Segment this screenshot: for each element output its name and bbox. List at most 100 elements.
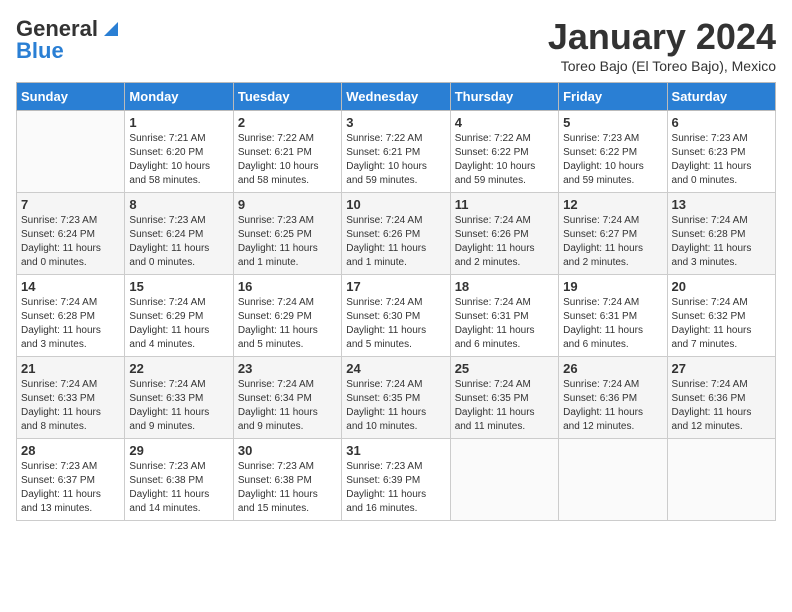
day-info: Sunrise: 7:24 AM Sunset: 6:33 PM Dayligh… bbox=[21, 378, 120, 434]
day-info: Sunrise: 7:24 AM Sunset: 6:28 PM Dayligh… bbox=[21, 296, 120, 352]
day-number: 2 bbox=[238, 115, 337, 130]
day-number: 10 bbox=[346, 197, 445, 212]
day-info: Sunrise: 7:23 AM Sunset: 6:23 PM Dayligh… bbox=[672, 132, 771, 188]
calendar-cell: 15 Sunrise: 7:24 AM Sunset: 6:29 PM Dayli… bbox=[125, 275, 233, 357]
day-number: 26 bbox=[563, 361, 662, 376]
calendar-cell: 22 Sunrise: 7:24 AM Sunset: 6:33 PM Dayli… bbox=[125, 357, 233, 439]
calendar-cell: 11 Sunrise: 7:24 AM Sunset: 6:26 PM Dayli… bbox=[450, 193, 558, 275]
month-title: January 2024 bbox=[548, 16, 776, 58]
day-info: Sunrise: 7:24 AM Sunset: 6:36 PM Dayligh… bbox=[672, 378, 771, 434]
day-number: 9 bbox=[238, 197, 337, 212]
day-info: Sunrise: 7:24 AM Sunset: 6:27 PM Dayligh… bbox=[563, 214, 662, 270]
day-info: Sunrise: 7:24 AM Sunset: 6:30 PM Dayligh… bbox=[346, 296, 445, 352]
calendar-cell: 21 Sunrise: 7:24 AM Sunset: 6:33 PM Dayli… bbox=[17, 357, 125, 439]
day-info: Sunrise: 7:22 AM Sunset: 6:22 PM Dayligh… bbox=[455, 132, 554, 188]
calendar-cell: 19 Sunrise: 7:24 AM Sunset: 6:31 PM Dayli… bbox=[559, 275, 667, 357]
day-number: 29 bbox=[129, 443, 228, 458]
day-number: 18 bbox=[455, 279, 554, 294]
weekday-saturday: Saturday bbox=[667, 83, 775, 111]
logo-blue: Blue bbox=[16, 38, 64, 64]
day-info: Sunrise: 7:21 AM Sunset: 6:20 PM Dayligh… bbox=[129, 132, 228, 188]
calendar-table: SundayMondayTuesdayWednesdayThursdayFrid… bbox=[16, 82, 776, 521]
day-info: Sunrise: 7:24 AM Sunset: 6:36 PM Dayligh… bbox=[563, 378, 662, 434]
day-info: Sunrise: 7:22 AM Sunset: 6:21 PM Dayligh… bbox=[346, 132, 445, 188]
calendar-cell: 2Sunrise: 7:22 AM Sunset: 6:21 PM Daylig… bbox=[233, 111, 341, 193]
day-info: Sunrise: 7:24 AM Sunset: 6:34 PM Dayligh… bbox=[238, 378, 337, 434]
day-number: 13 bbox=[672, 197, 771, 212]
calendar-cell bbox=[17, 111, 125, 193]
calendar-cell: 6 Sunrise: 7:23 AM Sunset: 6:23 PM Daylig… bbox=[667, 111, 775, 193]
day-number: 30 bbox=[238, 443, 337, 458]
calendar-cell: 7 Sunrise: 7:23 AM Sunset: 6:24 PM Daylig… bbox=[17, 193, 125, 275]
calendar-cell: 28Sunrise: 7:23 AM Sunset: 6:37 PM Dayli… bbox=[17, 439, 125, 521]
day-info: Sunrise: 7:24 AM Sunset: 6:29 PM Dayligh… bbox=[129, 296, 228, 352]
weekday-wednesday: Wednesday bbox=[342, 83, 450, 111]
day-number: 20 bbox=[672, 279, 771, 294]
day-info: Sunrise: 7:24 AM Sunset: 6:31 PM Dayligh… bbox=[563, 296, 662, 352]
calendar-week-5: 28Sunrise: 7:23 AM Sunset: 6:37 PM Dayli… bbox=[17, 439, 776, 521]
day-info: Sunrise: 7:24 AM Sunset: 6:28 PM Dayligh… bbox=[672, 214, 771, 270]
day-number: 23 bbox=[238, 361, 337, 376]
calendar-cell bbox=[559, 439, 667, 521]
day-info: Sunrise: 7:24 AM Sunset: 6:35 PM Dayligh… bbox=[455, 378, 554, 434]
day-info: Sunrise: 7:23 AM Sunset: 6:38 PM Dayligh… bbox=[129, 460, 228, 516]
calendar-cell: 26 Sunrise: 7:24 AM Sunset: 6:36 PM Dayli… bbox=[559, 357, 667, 439]
day-number: 6 bbox=[672, 115, 771, 130]
calendar-cell bbox=[450, 439, 558, 521]
day-info: Sunrise: 7:24 AM Sunset: 6:31 PM Dayligh… bbox=[455, 296, 554, 352]
day-info: Sunrise: 7:24 AM Sunset: 6:26 PM Dayligh… bbox=[346, 214, 445, 270]
calendar-cell: 12 Sunrise: 7:24 AM Sunset: 6:27 PM Dayli… bbox=[559, 193, 667, 275]
day-number: 17 bbox=[346, 279, 445, 294]
day-info: Sunrise: 7:24 AM Sunset: 6:26 PM Dayligh… bbox=[455, 214, 554, 270]
title-block: January 2024 Toreo Bajo (El Toreo Bajo),… bbox=[548, 16, 776, 74]
page-header: General Blue January 2024 Toreo Bajo (El… bbox=[16, 16, 776, 74]
day-info: Sunrise: 7:23 AM Sunset: 6:39 PM Dayligh… bbox=[346, 460, 445, 516]
day-number: 3 bbox=[346, 115, 445, 130]
calendar-cell: 30 Sunrise: 7:23 AM Sunset: 6:38 PM Dayli… bbox=[233, 439, 341, 521]
day-number: 19 bbox=[563, 279, 662, 294]
day-number: 31 bbox=[346, 443, 445, 458]
weekday-tuesday: Tuesday bbox=[233, 83, 341, 111]
day-number: 21 bbox=[21, 361, 120, 376]
weekday-thursday: Thursday bbox=[450, 83, 558, 111]
weekday-friday: Friday bbox=[559, 83, 667, 111]
day-info: Sunrise: 7:24 AM Sunset: 6:35 PM Dayligh… bbox=[346, 378, 445, 434]
location-title: Toreo Bajo (El Toreo Bajo), Mexico bbox=[548, 58, 776, 74]
calendar-cell: 9 Sunrise: 7:23 AM Sunset: 6:25 PM Daylig… bbox=[233, 193, 341, 275]
day-number: 27 bbox=[672, 361, 771, 376]
day-number: 28 bbox=[21, 443, 120, 458]
day-number: 11 bbox=[455, 197, 554, 212]
calendar-cell: 25 Sunrise: 7:24 AM Sunset: 6:35 PM Dayli… bbox=[450, 357, 558, 439]
calendar-week-1: 1 Sunrise: 7:21 AM Sunset: 6:20 PM Daylig… bbox=[17, 111, 776, 193]
day-number: 1 bbox=[129, 115, 228, 130]
calendar-cell: 31 Sunrise: 7:23 AM Sunset: 6:39 PM Dayli… bbox=[342, 439, 450, 521]
day-number: 24 bbox=[346, 361, 445, 376]
day-info: Sunrise: 7:23 AM Sunset: 6:38 PM Dayligh… bbox=[238, 460, 337, 516]
day-number: 15 bbox=[129, 279, 228, 294]
day-info: Sunrise: 7:23 AM Sunset: 6:24 PM Dayligh… bbox=[21, 214, 120, 270]
calendar-cell: 18 Sunrise: 7:24 AM Sunset: 6:31 PM Dayli… bbox=[450, 275, 558, 357]
day-number: 25 bbox=[455, 361, 554, 376]
day-info: Sunrise: 7:23 AM Sunset: 6:24 PM Dayligh… bbox=[129, 214, 228, 270]
day-info: Sunrise: 7:24 AM Sunset: 6:33 PM Dayligh… bbox=[129, 378, 228, 434]
day-info: Sunrise: 7:23 AM Sunset: 6:22 PM Dayligh… bbox=[563, 132, 662, 188]
day-info: Sunrise: 7:24 AM Sunset: 6:32 PM Dayligh… bbox=[672, 296, 771, 352]
calendar-cell: 1 Sunrise: 7:21 AM Sunset: 6:20 PM Daylig… bbox=[125, 111, 233, 193]
calendar-cell: 8Sunrise: 7:23 AM Sunset: 6:24 PM Daylig… bbox=[125, 193, 233, 275]
calendar-cell: 20 Sunrise: 7:24 AM Sunset: 6:32 PM Dayli… bbox=[667, 275, 775, 357]
calendar-week-3: 14Sunrise: 7:24 AM Sunset: 6:28 PM Dayli… bbox=[17, 275, 776, 357]
day-number: 5 bbox=[563, 115, 662, 130]
calendar-cell: 17 Sunrise: 7:24 AM Sunset: 6:30 PM Dayli… bbox=[342, 275, 450, 357]
calendar-cell: 3 Sunrise: 7:22 AM Sunset: 6:21 PM Daylig… bbox=[342, 111, 450, 193]
weekday-monday: Monday bbox=[125, 83, 233, 111]
weekday-header-row: SundayMondayTuesdayWednesdayThursdayFrid… bbox=[17, 83, 776, 111]
day-number: 12 bbox=[563, 197, 662, 212]
day-number: 7 bbox=[21, 197, 120, 212]
calendar-cell: 13 Sunrise: 7:24 AM Sunset: 6:28 PM Dayli… bbox=[667, 193, 775, 275]
day-info: Sunrise: 7:23 AM Sunset: 6:25 PM Dayligh… bbox=[238, 214, 337, 270]
calendar-week-2: 7 Sunrise: 7:23 AM Sunset: 6:24 PM Daylig… bbox=[17, 193, 776, 275]
calendar-cell: 23 Sunrise: 7:24 AM Sunset: 6:34 PM Dayli… bbox=[233, 357, 341, 439]
calendar-cell: 24 Sunrise: 7:24 AM Sunset: 6:35 PM Dayli… bbox=[342, 357, 450, 439]
logo: General Blue bbox=[16, 16, 122, 64]
day-number: 22 bbox=[129, 361, 228, 376]
